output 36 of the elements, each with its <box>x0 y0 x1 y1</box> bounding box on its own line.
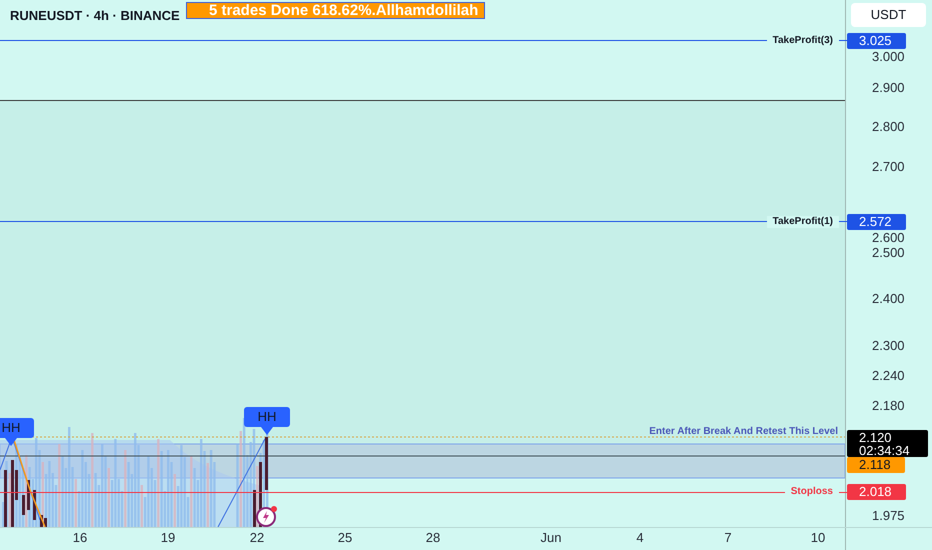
price-tick: 3.000 <box>872 50 905 64</box>
price-tick: 2.500 <box>872 246 905 260</box>
pattern-label: HH <box>244 407 290 427</box>
price-tick: 2.600 <box>872 230 905 245</box>
time-tick: 7 <box>723 531 733 545</box>
price-tick: 2.400 <box>872 292 905 306</box>
price-tick: 2.900 <box>872 80 905 95</box>
entry-label: Enter After Break And Retest This Level <box>649 426 838 437</box>
price-badge: 2.118 <box>847 457 905 473</box>
price-badge: 3.025 <box>847 32 906 49</box>
time-tick: 28 <box>424 531 442 545</box>
price-tick: 2.800 <box>872 120 905 134</box>
price-tick: 2.240 <box>872 368 905 383</box>
price-tick: 2.700 <box>872 160 905 174</box>
time-tick: 19 <box>160 531 176 545</box>
pattern-label: HH <box>0 418 34 438</box>
lightning-icon[interactable] <box>254 505 280 527</box>
chart-title: RUNEUSDT · 4h · BINANCE <box>10 7 180 25</box>
price-badge: 2.018 <box>847 484 906 500</box>
currency-button[interactable]: USDT <box>851 3 926 27</box>
last-price: 2.120 <box>859 430 893 444</box>
banner-label: 5 trades Done 618.62%.Allhamdollilah <box>186 2 486 19</box>
time-tick: 4 <box>635 531 645 545</box>
time-tick: 16 <box>72 531 88 545</box>
pointer-icon <box>261 427 273 435</box>
price-tick: 1.975 <box>872 509 905 524</box>
time-tick: 10 <box>810 531 826 545</box>
price-badge: 2.572 <box>847 214 906 230</box>
level-label: TakeProfit(1) <box>766 216 839 228</box>
price-tick: 2.180 <box>872 399 905 413</box>
countdown: 02:34:34 <box>859 444 911 456</box>
time-tick: Jun <box>540 531 562 545</box>
pointer-icon <box>5 438 17 446</box>
time-tick: 25 <box>336 531 354 545</box>
price-tick: 2.300 <box>872 339 905 354</box>
time-tick: 22 <box>248 531 266 545</box>
